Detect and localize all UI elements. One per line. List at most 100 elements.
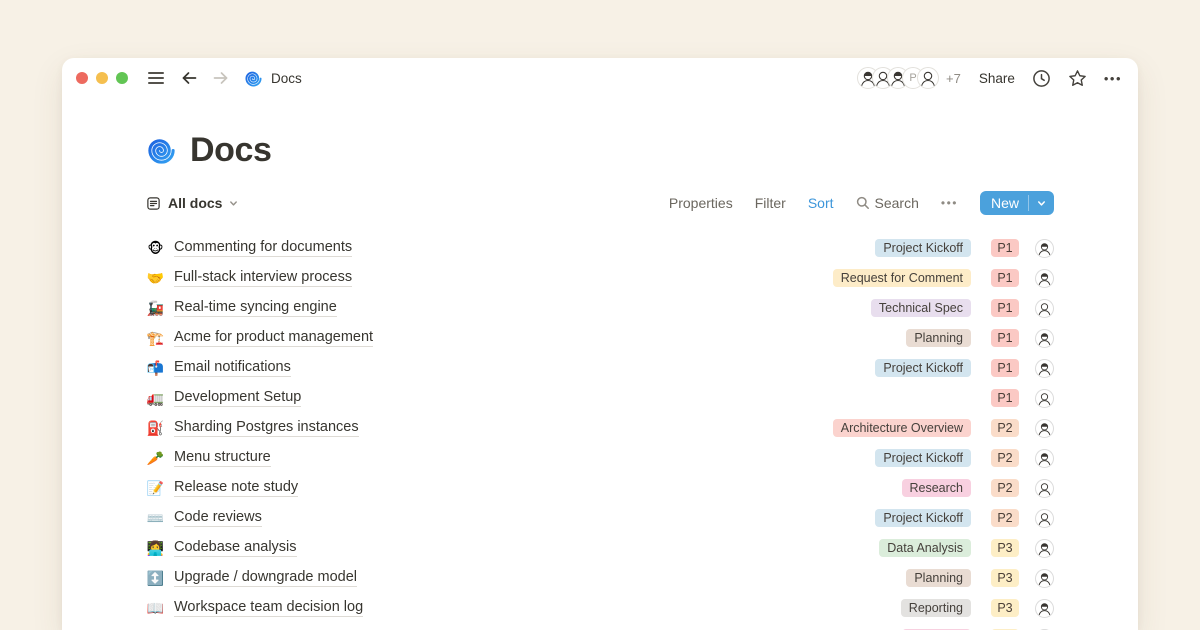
doc-emoji-icon: 👩‍💻	[146, 541, 165, 555]
assignee-avatar[interactable]	[1035, 569, 1054, 588]
assignee-avatar[interactable]	[1035, 539, 1054, 558]
properties-button[interactable]: Properties	[669, 195, 733, 211]
doc-type-tag[interactable]: Planning	[906, 569, 971, 587]
doc-title-link[interactable]: Commenting for documents	[174, 239, 352, 257]
toolbar-more-button[interactable]: •••	[941, 196, 958, 210]
doc-type-tag[interactable]: Project Kickoff	[875, 509, 971, 527]
table-row[interactable]: ⌨️ Code reviews Project Kickoff P2	[146, 503, 1054, 533]
table-row[interactable]: 📬 Email notifications Project Kickoff P1	[146, 353, 1054, 383]
priority-badge[interactable]: P1	[991, 389, 1019, 407]
doc-title-link[interactable]: Workspace team decision log	[174, 599, 363, 617]
doc-title-link[interactable]: Code reviews	[174, 509, 262, 527]
priority-badge[interactable]: P1	[991, 359, 1019, 377]
view-selector-label: All docs	[168, 195, 222, 211]
assignee-avatar[interactable]	[1035, 389, 1054, 408]
assignee-avatar[interactable]	[1035, 449, 1054, 468]
search-icon	[856, 196, 870, 210]
view-selector[interactable]: All docs	[146, 195, 238, 211]
table-row[interactable]: 🏗️ Acme for product management Planning …	[146, 323, 1054, 353]
table-row[interactable]: 🤝 Full-stack interview process Request f…	[146, 263, 1054, 293]
priority-badge[interactable]: P2	[991, 449, 1019, 467]
table-row[interactable]: 📝 Release note study Research P2	[146, 473, 1054, 503]
docs-spiral-logo-icon	[244, 69, 263, 88]
table-row[interactable]: 🦜 Performance review feedback Research P…	[146, 623, 1054, 630]
doc-type-tag[interactable]: Request for Comment	[833, 269, 971, 287]
favorite-star-icon[interactable]	[1068, 69, 1087, 88]
doc-title-link[interactable]: Development Setup	[174, 389, 301, 407]
table-row[interactable]: 👩‍💻 Codebase analysis Data Analysis P3	[146, 533, 1054, 563]
table-row[interactable]: 🚛 Development Setup P1	[146, 383, 1054, 413]
doc-title-link[interactable]: Real-time syncing engine	[174, 299, 337, 317]
assignee-avatar[interactable]	[1035, 359, 1054, 378]
new-doc-button[interactable]: New	[980, 191, 1054, 215]
filter-button[interactable]: Filter	[755, 195, 786, 211]
assignee-avatar[interactable]	[1035, 509, 1054, 528]
doc-title-link[interactable]: Sharding Postgres instances	[174, 419, 359, 437]
app-window: Docs P +7 Share ••• Docs	[62, 58, 1138, 630]
collaborators-overflow-count[interactable]: +7	[946, 71, 961, 86]
doc-type-tag[interactable]: Reporting	[901, 599, 971, 617]
table-row[interactable]: ↕️ Upgrade / downgrade model Planning P3	[146, 563, 1054, 593]
page-title: Docs	[190, 131, 272, 170]
assignee-avatar[interactable]	[1035, 599, 1054, 618]
priority-badge[interactable]: P1	[991, 329, 1019, 347]
doc-title-link[interactable]: Upgrade / downgrade model	[174, 569, 357, 587]
page-title-block: Docs	[146, 131, 1054, 169]
doc-title-link[interactable]: Acme for product management	[174, 329, 373, 347]
priority-badge[interactable]: P3	[991, 539, 1019, 557]
doc-type-tag[interactable]: Architecture Overview	[833, 419, 971, 437]
priority-badge[interactable]: P1	[991, 239, 1019, 257]
doc-type-tag[interactable]: Data Analysis	[879, 539, 971, 557]
sort-button[interactable]: Sort	[808, 195, 834, 211]
doc-type-tag[interactable]: Project Kickoff	[875, 359, 971, 377]
new-doc-dropdown[interactable]	[1029, 199, 1054, 208]
table-row[interactable]: 🥕 Menu structure Project Kickoff P2	[146, 443, 1054, 473]
table-row[interactable]: 🐵 Commenting for documents Project Kicko…	[146, 233, 1054, 263]
doc-emoji-icon: ⛽	[146, 421, 165, 435]
assignee-avatar[interactable]	[1035, 239, 1054, 258]
priority-badge[interactable]: P3	[991, 599, 1019, 617]
chevron-down-icon	[1037, 199, 1046, 208]
forward-arrow-icon[interactable]	[212, 69, 230, 87]
zoom-window-button[interactable]	[116, 72, 128, 84]
doc-type-tag[interactable]: Technical Spec	[871, 299, 971, 317]
doc-type-tag[interactable]: Research	[902, 479, 972, 497]
doc-title-link[interactable]: Menu structure	[174, 449, 271, 467]
doc-emoji-icon: 📬	[146, 361, 165, 375]
priority-badge[interactable]: P2	[991, 419, 1019, 437]
priority-badge[interactable]: P2	[991, 479, 1019, 497]
more-options-button[interactable]: •••	[1104, 71, 1122, 86]
doc-emoji-icon: 🏗️	[146, 331, 165, 345]
doc-type-tag[interactable]: Project Kickoff	[875, 239, 971, 257]
collaborator-avatar[interactable]	[917, 67, 939, 89]
assignee-avatar[interactable]	[1035, 269, 1054, 288]
history-clock-icon[interactable]	[1032, 69, 1051, 88]
priority-badge[interactable]: P3	[991, 569, 1019, 587]
chevron-down-icon	[229, 199, 238, 208]
priority-badge[interactable]: P2	[991, 509, 1019, 527]
sidebar-menu-icon[interactable]	[146, 70, 166, 86]
doc-emoji-icon: ⌨️	[146, 511, 165, 525]
back-arrow-icon[interactable]	[180, 69, 198, 87]
search-button[interactable]: Search	[856, 195, 919, 211]
assignee-avatar[interactable]	[1035, 299, 1054, 318]
priority-badge[interactable]: P1	[991, 269, 1019, 287]
window-title: Docs	[271, 71, 302, 86]
table-row[interactable]: 🚂 Real-time syncing engine Technical Spe…	[146, 293, 1054, 323]
minimize-window-button[interactable]	[96, 72, 108, 84]
assignee-avatar[interactable]	[1035, 479, 1054, 498]
priority-badge[interactable]: P1	[991, 299, 1019, 317]
doc-type-tag[interactable]: Project Kickoff	[875, 449, 971, 467]
doc-title-link[interactable]: Email notifications	[174, 359, 291, 377]
table-row[interactable]: ⛽ Sharding Postgres instances Architectu…	[146, 413, 1054, 443]
table-row[interactable]: 📖 Workspace team decision log Reporting …	[146, 593, 1054, 623]
doc-type-tag[interactable]: Planning	[906, 329, 971, 347]
assignee-avatar[interactable]	[1035, 419, 1054, 438]
share-button[interactable]: Share	[979, 71, 1015, 86]
doc-title-link[interactable]: Codebase analysis	[174, 539, 297, 557]
doc-title-link[interactable]: Full-stack interview process	[174, 269, 352, 287]
close-window-button[interactable]	[76, 72, 88, 84]
doc-title-link[interactable]: Release note study	[174, 479, 298, 497]
assignee-avatar[interactable]	[1035, 329, 1054, 348]
collaborator-avatars[interactable]: P	[857, 67, 939, 89]
